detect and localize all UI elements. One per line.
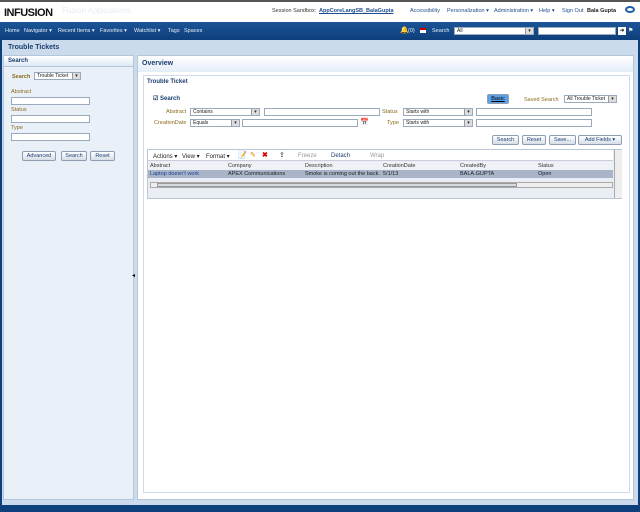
creationdate-value-input[interactable] [242,119,358,127]
col-company[interactable]: Company [226,162,303,170]
wrap-button[interactable]: Wrap [370,153,384,159]
nav-navigator[interactable]: Navigator ▾ [24,28,52,34]
nav-watchlist[interactable]: Watchlist ▾ [134,28,160,34]
search-button[interactable]: Search [492,135,519,145]
type-value-input[interactable] [476,119,592,127]
search-label: Search [432,28,450,34]
col-abstract[interactable]: Abstract [148,162,226,170]
overview-title: Overview [138,56,633,72]
nav-tags[interactable]: Tags [168,28,180,34]
edit-icon[interactable]: ✎ [250,151,256,159]
search-object-select[interactable]: Trouble Ticket [34,72,81,80]
search-go-icon[interactable]: ➜ [618,27,626,35]
nav-home[interactable]: Home [5,28,20,34]
search-scope-select[interactable]: All [454,27,534,35]
vertical-scrollbar[interactable] [614,150,622,198]
section-title: Trouble Ticket [147,79,188,85]
collapse-splitter-icon[interactable]: ◂ [132,272,135,279]
session-label: Session Sandbox: [272,8,317,14]
cell-abstract[interactable]: Laptop doesn't work [148,170,226,178]
advanced-search-icon[interactable]: ⚑ [628,27,633,34]
cell-createdby: BALA.GUPTA [460,171,495,177]
cell-company: APEX Communications [228,171,286,177]
status-input[interactable] [11,115,90,123]
sign-out-link[interactable]: Sign Out [562,8,583,14]
status-label: Status [11,107,27,113]
col-status[interactable]: Status [536,162,613,170]
cell-description: Smoke is coming out the back. [305,171,380,177]
add-fields-button[interactable]: Add Fields ▾ [578,135,622,145]
trouble-ticket-panel: Trouble Ticket ☑ Search Basic Saved Sear… [143,75,630,493]
personalization-menu[interactable]: Personalization ▾ [447,8,489,14]
col-createdby[interactable]: CreatedBy [458,162,536,170]
type-label: Type [387,120,399,126]
search-toggle-label: Search [160,96,181,102]
global-search-input[interactable] [538,27,616,35]
accessibility-link[interactable]: Accessibility [410,8,440,14]
col-creationdate[interactable]: CreationDate [381,162,458,170]
nav-favorites[interactable]: Favorites ▾ [100,28,127,34]
format-menu[interactable]: Format ▾ [206,153,230,160]
cell-creationdate: 5/1/13 [383,171,399,177]
app-title: Fusion Applications [62,6,131,15]
scroll-thumb[interactable] [157,183,517,187]
results-grid: Abstract Company Description CreationDat… [148,162,613,178]
session-link[interactable]: AppCoreLangSB_BalaGupta [319,8,394,14]
actions-menu[interactable]: Actions ▾ [153,153,177,160]
administration-menu[interactable]: Administration ▾ [494,8,533,14]
status-label: Status [382,109,398,115]
notification-count[interactable]: (0) [408,28,415,34]
search-panel-title: Search [4,56,133,67]
type-operator-select[interactable]: Starts with [403,119,473,127]
search-object-label: Search [12,74,31,80]
horizontal-scrollbar[interactable] [150,182,613,188]
creationdate-label: CreationDate [154,120,187,126]
reset-button[interactable]: Reset [522,135,546,145]
creationdate-operator-select[interactable]: Equals [190,119,240,127]
abstract-input[interactable] [11,97,90,105]
col-description[interactable]: Description [303,162,381,170]
oracle-icon [625,6,635,13]
header-row: Abstract Company Description CreationDat… [148,162,613,170]
type-label: Type [11,125,23,131]
global-header: INFUSION Fusion Applications Session San… [0,0,640,22]
overview-region: Overview Trouble Ticket ☑ Search Basic S… [137,55,634,500]
help-menu[interactable]: Help ▾ [539,8,555,14]
status-operator-select[interactable]: Starts with [403,108,473,116]
export-icon[interactable]: ⇪ [279,151,285,159]
abstract-label: Abstract [11,89,32,95]
cell-status: Open [538,171,552,177]
nav-spaces[interactable]: Spaces [184,28,202,34]
advanced-button[interactable]: Advanced [22,151,56,161]
abstract-operator-select[interactable]: Contains [190,108,260,116]
saved-search-label: Saved Search [524,97,559,103]
type-input[interactable] [11,133,90,141]
logo: INFUSION [4,7,53,19]
view-menu[interactable]: View ▾ [182,153,200,160]
basic-button[interactable]: Basic [487,94,509,104]
saved-search-select[interactable]: All Trouble Ticket [564,95,617,103]
page-title: Trouble Tickets [8,44,60,51]
save-button[interactable]: Save... [549,135,576,145]
abstract-value-input[interactable] [264,108,380,116]
table-toolbar: Actions ▾ View ▾ Format ▾ 📝 ✎ ✖ ⇪ Freeze… [148,150,613,161]
table-row[interactable]: Laptop doesn't work APEX Communications … [148,170,613,178]
reset-button[interactable]: Reset [90,151,115,161]
calendar-icon[interactable] [420,28,426,33]
detach-button[interactable]: Detach [331,153,350,159]
freeze-button[interactable]: Freeze [298,153,317,159]
search-panel: Search Search Trouble Ticket Abstract St… [3,55,134,500]
user-name: Bala Gupta [587,8,617,14]
abstract-label: Abstract [166,109,187,115]
delete-icon[interactable]: ✖ [262,151,268,159]
status-value-input[interactable] [476,108,592,116]
create-icon[interactable]: 📝 [238,151,247,159]
nav-bar: Home Navigator ▾ Recent Items ▾ Favorite… [0,22,640,40]
results-table: Actions ▾ View ▾ Format ▾ 📝 ✎ ✖ ⇪ Freeze… [147,149,622,199]
calendar-picker-icon[interactable]: 📅 [360,118,369,126]
nav-recent-items[interactable]: Recent Items ▾ [58,28,95,34]
search-button[interactable]: Search [61,151,87,161]
search-toggle[interactable]: ☑ Search [153,95,180,102]
